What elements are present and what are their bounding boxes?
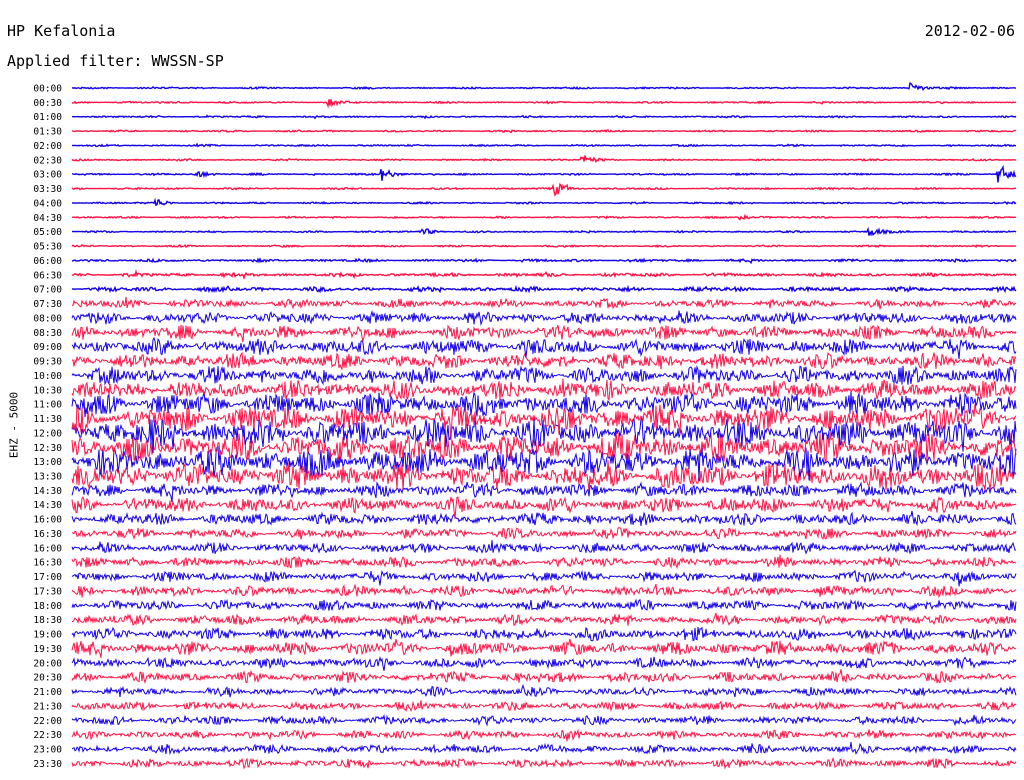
time-tick-label: 10:00 xyxy=(33,371,62,382)
time-tick-label: 20:30 xyxy=(33,673,62,684)
time-tick-label: 06:00 xyxy=(33,256,62,267)
trace-row-08:30 xyxy=(71,324,1017,343)
trace-row-00:30 xyxy=(71,99,1017,109)
trace-row-04:00 xyxy=(71,197,1017,207)
time-tick-label: 05:30 xyxy=(33,242,62,253)
time-tick-label: 14:30 xyxy=(33,486,62,497)
trace-row-03:30 xyxy=(71,182,1017,197)
seismogram-view: HP Kefalonia 2012-02-06 Applied filter: … xyxy=(0,0,1024,780)
time-tick-label: 13:00 xyxy=(33,457,62,468)
time-tick-label: 10:30 xyxy=(33,385,62,396)
time-tick-label: 12:30 xyxy=(33,443,62,454)
time-tick-label: 11:30 xyxy=(33,414,62,425)
trace-row-22:30 xyxy=(71,728,1017,742)
time-tick-label: 16:30 xyxy=(33,558,62,569)
trace-row-01:00 xyxy=(71,114,1017,120)
trace-row-21:30 xyxy=(71,700,1017,713)
time-tick-label: 22:30 xyxy=(33,730,62,741)
time-tick-label: 20:00 xyxy=(33,658,62,669)
time-tick-label: 07:00 xyxy=(33,285,62,296)
trace-row-01:30 xyxy=(71,129,1017,134)
trace-row-06:00 xyxy=(71,257,1017,265)
time-tick-label: 03:00 xyxy=(33,170,62,181)
trace-row-15:30 xyxy=(71,527,1017,540)
time-tick-label: 07:30 xyxy=(33,299,62,310)
time-tick-label: 01:30 xyxy=(33,127,62,138)
trace-row-15:00 xyxy=(71,510,1017,527)
trace-row-05:30 xyxy=(71,243,1017,249)
trace-row-02:30 xyxy=(71,155,1017,164)
time-tick-label: 08:00 xyxy=(33,313,62,324)
time-tick-label: 17:30 xyxy=(33,586,62,597)
time-tick-label: 05:00 xyxy=(33,227,62,238)
time-tick-label: 19:00 xyxy=(33,630,62,641)
trace-row-13:00 xyxy=(71,445,1017,481)
time-tick-label: 21:00 xyxy=(33,687,62,698)
trace-row-21:00 xyxy=(71,684,1017,698)
time-tick-label: 23:30 xyxy=(33,759,62,770)
time-tick-label: 18:30 xyxy=(33,615,62,626)
trace-row-18:00 xyxy=(71,598,1017,612)
time-tick-label: 04:30 xyxy=(33,213,62,224)
time-tick-label: 16:00 xyxy=(33,543,62,554)
trace-row-03:00 xyxy=(71,164,1017,183)
time-tick-label: 06:30 xyxy=(33,270,62,281)
time-tick-label: 12:00 xyxy=(33,428,62,439)
trace-row-00:00 xyxy=(71,81,1016,91)
trace-row-18:30 xyxy=(71,612,1017,627)
time-tick-label: 04:00 xyxy=(33,198,62,209)
time-tick-label: 18:00 xyxy=(33,601,62,612)
trace-row-17:00 xyxy=(71,569,1017,587)
trace-row-07:00 xyxy=(71,284,1017,294)
trace-row-19:00 xyxy=(71,626,1017,642)
trace-row-20:00 xyxy=(71,655,1017,671)
time-tick-label: 08:30 xyxy=(33,328,62,339)
trace-row-14:00 xyxy=(71,481,1017,503)
trace-row-17:30 xyxy=(71,583,1017,598)
trace-row-23:30 xyxy=(71,756,1017,770)
time-tick-label: 00:00 xyxy=(33,84,62,95)
time-tick-label: 02:30 xyxy=(33,155,62,166)
time-tick-label: 11:00 xyxy=(33,400,62,411)
time-tick-label: 09:00 xyxy=(33,342,62,353)
trace-row-04:30 xyxy=(71,213,1017,221)
trace-row-02:00 xyxy=(71,142,1016,148)
trace-row-16:00 xyxy=(71,540,1017,555)
time-tick-label: 16:00 xyxy=(33,515,62,526)
trace-row-22:00 xyxy=(71,713,1017,727)
helicorder-plot: 00:00 00:30 01:00 01:30 02:00 02:30 03:00 03:30… xyxy=(33,81,1017,770)
trace-row-20:30 xyxy=(71,669,1017,684)
trace-row-07:30 xyxy=(71,296,1017,310)
time-tick-label: 16:30 xyxy=(33,529,62,540)
trace-row-19:30 xyxy=(71,638,1017,658)
time-tick-label: 03:30 xyxy=(33,184,62,195)
trace-row-10:00 xyxy=(71,365,1017,386)
time-tick-label: 23:00 xyxy=(33,745,62,756)
trace-row-05:00 xyxy=(72,226,1017,237)
trace-row-09:30 xyxy=(71,351,1017,370)
trace-row-06:30 xyxy=(71,268,1017,281)
trace-row-23:00 xyxy=(71,742,1017,756)
trace-row-10:30 xyxy=(71,378,1017,402)
time-tick-label: 19:30 xyxy=(33,644,62,655)
time-tick-label: 09:30 xyxy=(33,357,62,368)
time-tick-label: 17:00 xyxy=(33,572,62,583)
time-tick-label: 00:30 xyxy=(33,98,62,109)
time-tick-label: 13:30 xyxy=(33,471,62,482)
time-tick-label: 22:00 xyxy=(33,716,62,727)
time-tick-label: 14:30 xyxy=(33,500,62,511)
trace-row-16:30 xyxy=(71,554,1017,570)
trace-row-09:00 xyxy=(71,336,1017,360)
time-tick-label: 01:00 xyxy=(33,112,62,123)
time-tick-label: 21:30 xyxy=(33,701,62,712)
time-tick-label: 02:00 xyxy=(33,141,62,152)
trace-row-08:00 xyxy=(71,309,1017,327)
